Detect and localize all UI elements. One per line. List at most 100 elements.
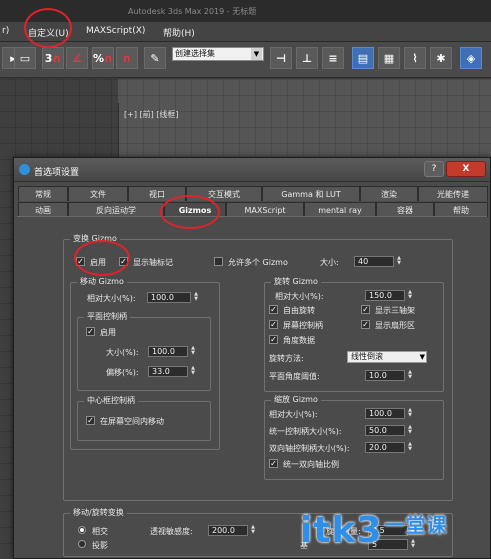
plane-offset-spinner[interactable]: 33.0 ▲ ▼ [148, 366, 195, 377]
double-axis-label: 双向轴控制柄大小(%): [269, 444, 350, 453]
curve-editor-icon[interactable]: ⌇ [404, 47, 426, 69]
move-relative-size-label: 相对大小(%): [87, 294, 136, 303]
plane-handles-legend: 平面控制柄 [84, 311, 130, 322]
menu-item-maxscript[interactable]: MAXScript(X) [86, 26, 145, 36]
move-in-screen-checkbox[interactable]: ✓ [86, 416, 95, 425]
spinner-arrows-icon[interactable]: ▲ ▼ [189, 346, 197, 357]
main-toolbar: ▸ ▭ 3 ∩ ∠ % ∩ ∩ ✎ 创建选择集 ▼ ⊣ ⊥ ≡ ▤ ▦ ⌇ ✱ ◈ [0, 42, 491, 78]
tab-maxscript[interactable]: MAXScript [226, 202, 304, 217]
spinner-arrows-icon[interactable]: ▲ ▼ [395, 256, 403, 267]
tab-interaction[interactable]: 交互模式 [186, 186, 262, 201]
close-button[interactable]: X [446, 161, 486, 177]
uniform-handle-label: 统一控制柄大小(%): [269, 427, 342, 436]
tab-files[interactable]: 文件 [68, 186, 128, 201]
free-rotate-checkbox[interactable]: ✓ [269, 305, 278, 314]
intersect-radio[interactable] [78, 526, 86, 534]
viewport-label[interactable]: [+] [前] [线框] [124, 109, 179, 120]
layer-icon[interactable]: ≡ [322, 47, 344, 69]
spinner-arrows-icon[interactable]: ▲ ▼ [406, 290, 414, 301]
project-label: 投影 [92, 541, 108, 550]
size-label: 大小: [320, 258, 339, 267]
allow-multiple-label: 允许多个 Gizmo [228, 258, 288, 267]
app-titlebar: Autodesk 3ds Max 2019 - 无标题 [0, 0, 491, 22]
edit-named-sel-icon[interactable]: ✎ [144, 47, 166, 69]
move-relative-size-spinner[interactable]: 100.0 ▲ ▼ [147, 292, 198, 303]
angle-data-checkbox[interactable]: ✓ [269, 335, 278, 344]
center-box-legend: 中心框控制柄 [84, 395, 138, 406]
scene-explorer-icon[interactable]: ▤ [352, 47, 374, 69]
plane-handles-group: 平面控制柄 ✓ 启用 大小(%): 100.0 ▲ ▼ 偏移(%): 33.0 ▲… [77, 311, 211, 391]
spinner-arrows-icon[interactable]: ▲ ▼ [406, 408, 414, 419]
menu-item-customize[interactable]: 自定义(U) [28, 26, 69, 39]
double-axis-spinner[interactable]: 20.0 ▲ ▼ [365, 442, 412, 453]
center-box-group: 中心框控制柄 ✓ 在屏幕空间内移动 [77, 395, 211, 441]
enable-checkbox[interactable]: ✓ [76, 257, 85, 266]
rotate-gizmo-legend: 旋转 Gizmo [271, 276, 321, 287]
scale-relative-size-spinner[interactable]: 100.0 ▲ ▼ [365, 408, 412, 419]
spinner-arrows-icon[interactable]: ▲ ▼ [406, 425, 414, 436]
show-three-axis-checkbox[interactable]: ✓ [361, 305, 370, 314]
chevron-down-icon: ▼ [251, 48, 262, 60]
menu-item-partial[interactable]: r) [2, 26, 9, 36]
tab-inverse-kinematics[interactable]: 反向运动学 [68, 202, 164, 217]
plane-threshold-spinner[interactable]: 10.0 ▲ ▼ [365, 370, 412, 381]
preferences-dialog: 首选项设置 ? X 常规 文件 视口 交互模式 Gamma 和 LUT 渲染 光… [13, 157, 491, 559]
perspective-sensitivity-label: 透视敏感度: [150, 527, 193, 536]
spinner-arrows-icon[interactable]: ▲ ▼ [192, 292, 200, 303]
selection-set-dropdown[interactable]: 创建选择集 ▼ [172, 47, 264, 61]
free-rotate-label: 自由旋转 [283, 306, 315, 315]
spinner-snap-icon[interactable]: ∩ [116, 47, 138, 69]
percent-snap-icon[interactable]: % ∩ [92, 47, 114, 69]
tab-gizmos[interactable]: Gizmos [164, 202, 226, 217]
transform-gizmo-legend: 变换 Gizmo [70, 233, 120, 244]
tab-radiosity[interactable]: 光能传递 [418, 186, 488, 201]
mirror-icon[interactable]: ⊣ [270, 47, 292, 69]
plane-enable-checkbox[interactable]: ✓ [86, 327, 95, 336]
allow-multiple-checkbox[interactable] [214, 257, 223, 266]
percent-snap-value: % [93, 51, 105, 65]
tab-mental-ray[interactable]: mental ray [304, 202, 376, 217]
spinner-arrows-icon[interactable]: ▲ ▼ [189, 366, 197, 377]
move-gizmo-group: 移动 Gizmo 相对大小(%): 100.0 ▲ ▼ 平面控制柄 ✓ 启用 大小… [70, 276, 220, 450]
tab-containers[interactable]: 容器 [376, 202, 434, 217]
perspective-sensitivity-spinner[interactable]: 200.0 ▲ ▼ [208, 525, 255, 536]
tab-help[interactable]: 帮助 [434, 202, 488, 217]
angle-data-label: 角度数据 [283, 336, 315, 345]
help-button[interactable]: ? [424, 161, 444, 177]
uniform-double-axis-checkbox[interactable]: ✓ [269, 459, 278, 468]
snap-3d-icon[interactable]: 3 ∩ [42, 47, 64, 69]
rotate-relative-size-spinner[interactable]: 150.0 ▲ ▼ [365, 290, 412, 301]
double-axis-value: 20.0 [369, 443, 387, 452]
scale-gizmo-group: 缩放 Gizmo 相对大小(%): 100.0 ▲ ▼ 统一控制柄大小(%): 5… [264, 394, 444, 480]
spinner-arrows-icon[interactable]: ▲ ▼ [249, 525, 257, 536]
rotate-gizmo-group: 旋转 Gizmo 相对大小(%): 150.0 ▲ ▼ ✓ 自由旋转 ✓ 显示三轴… [264, 276, 444, 392]
align-icon[interactable]: ⊥ [296, 47, 318, 69]
size-spinner[interactable]: 40 ▲ ▼ [354, 256, 401, 267]
project-radio[interactable] [78, 540, 86, 548]
layer-manager-icon[interactable]: ▦ [378, 47, 400, 69]
dialog-titlebar[interactable]: 首选项设置 ? X [14, 158, 490, 182]
screen-handle-checkbox[interactable]: ✓ [269, 320, 278, 329]
snap-3d-value: 3 [44, 51, 53, 65]
show-axis-labels-label: 显示轴标记 [133, 258, 173, 267]
menu-item-help[interactable]: 帮助(H) [163, 26, 195, 39]
show-sector-checkbox[interactable]: ✓ [361, 320, 370, 329]
move-relative-size-value: 100.0 [151, 293, 174, 302]
uniform-handle-spinner[interactable]: 50.0 ▲ ▼ [365, 425, 412, 436]
screen-handle-label: 屏幕控制柄 [283, 321, 323, 330]
show-axis-labels-checkbox[interactable]: ✓ [119, 257, 128, 266]
tab-animation[interactable]: 动画 [18, 202, 68, 217]
tab-viewports[interactable]: 视口 [128, 186, 186, 201]
uniform-double-axis-label: 统一双向轴比例 [283, 460, 339, 469]
material-editor-icon[interactable]: ◈ [460, 47, 482, 69]
spinner-arrows-icon[interactable]: ▲ ▼ [406, 370, 414, 381]
spinner-arrows-icon[interactable]: ▲ ▼ [406, 442, 414, 453]
tab-gamma-lut[interactable]: Gamma 和 LUT [262, 186, 360, 201]
angle-snap-icon[interactable]: ∠ [66, 47, 88, 69]
tab-general[interactable]: 常规 [18, 186, 68, 201]
viewport-icon[interactable]: ▭ [14, 47, 36, 69]
schematic-icon[interactable]: ✱ [430, 47, 452, 69]
tab-rendering[interactable]: 渲染 [360, 186, 418, 201]
plane-size-spinner[interactable]: 100.0 ▲ ▼ [148, 346, 195, 357]
rotate-method-dropdown[interactable]: 线性倒滚 ▼ [347, 351, 427, 363]
